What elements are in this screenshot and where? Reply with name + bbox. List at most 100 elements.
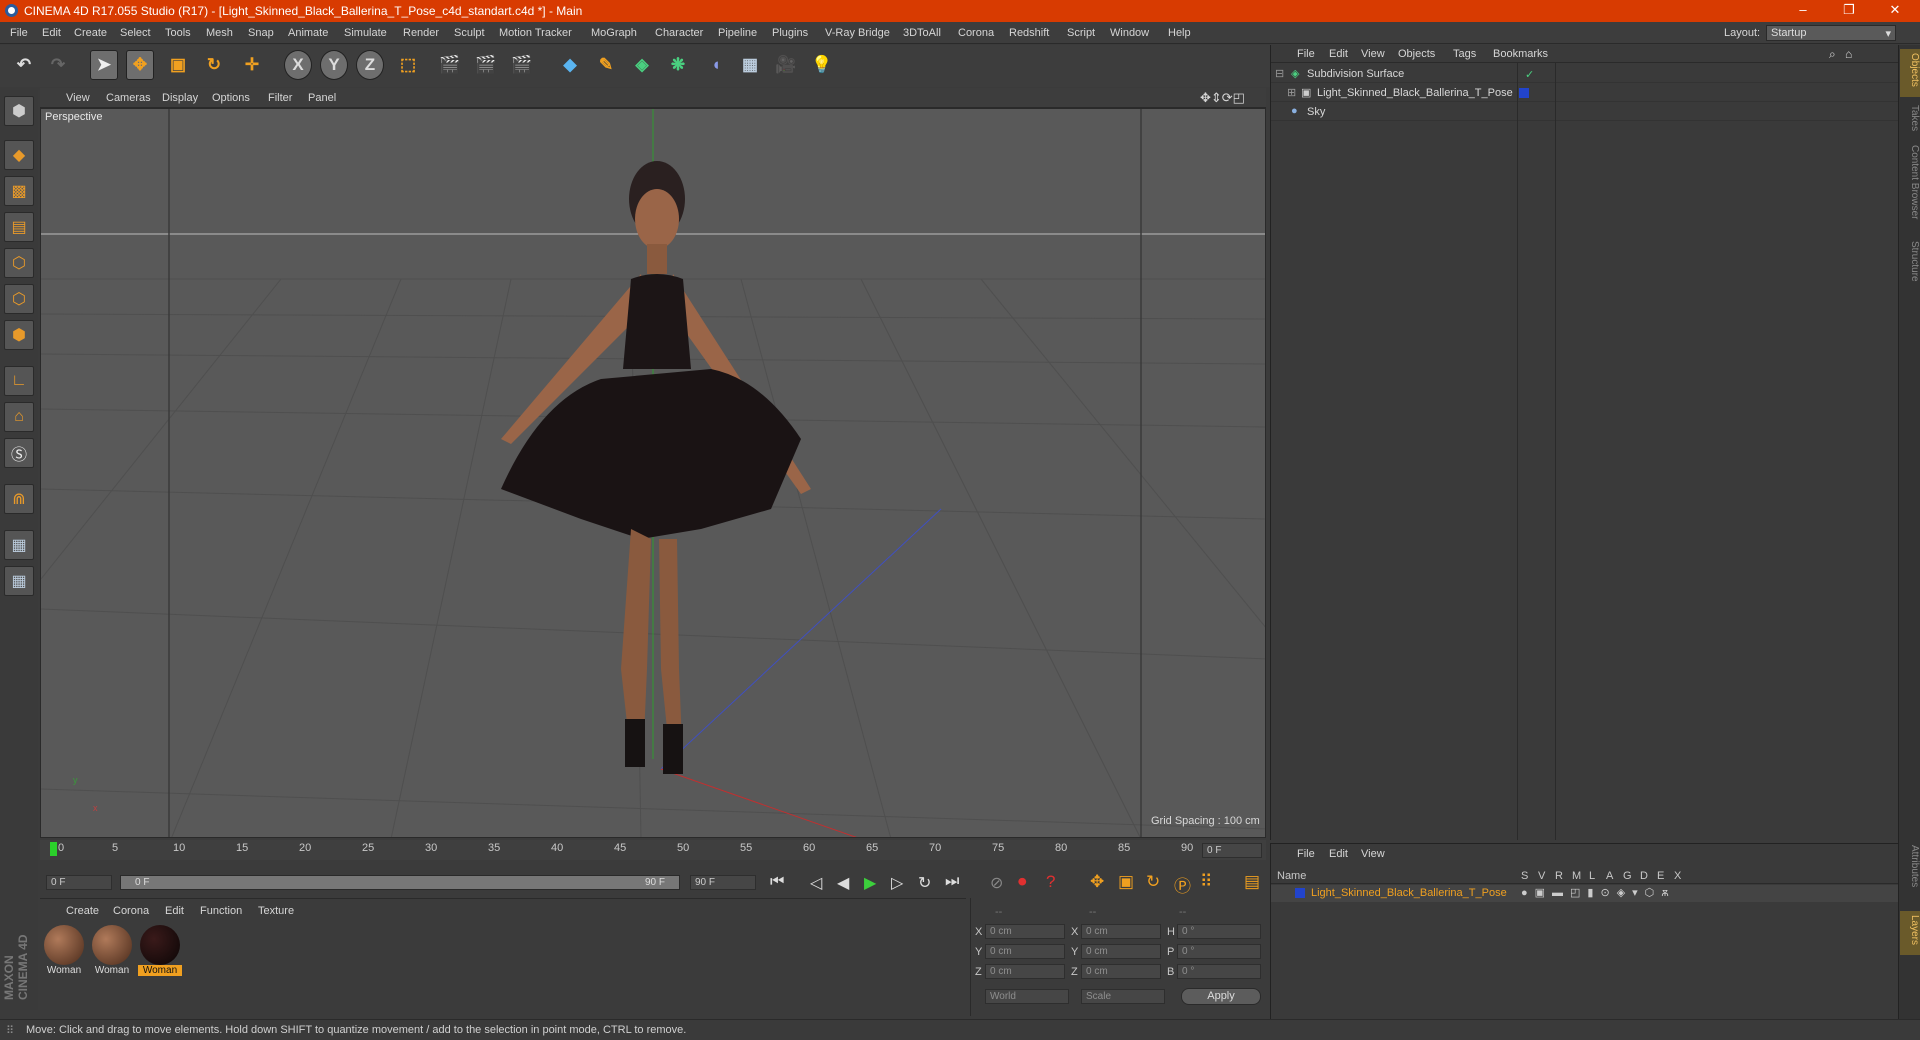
obj-menu-view[interactable]: View	[1361, 48, 1385, 60]
menu-help[interactable]: Help	[1168, 27, 1191, 39]
transform-tool-button[interactable]: ✛	[238, 50, 266, 80]
cloner-button[interactable]: ❋	[664, 50, 692, 80]
obj-menu-objects[interactable]: Objects	[1398, 48, 1435, 60]
tab-takes[interactable]: Takes	[1900, 105, 1920, 145]
menu-character[interactable]: Character	[655, 27, 703, 39]
menu-plugins[interactable]: Plugins	[772, 27, 808, 39]
menu-tools[interactable]: Tools	[165, 27, 191, 39]
apply-button[interactable]: Apply	[1181, 988, 1261, 1005]
layer-menu-file[interactable]: File	[1297, 848, 1315, 860]
menu-render[interactable]: Render	[403, 27, 439, 39]
rotation-p-field[interactable]: 0 °	[1177, 944, 1261, 959]
menu-snap[interactable]: Snap	[248, 27, 274, 39]
tweak-mode-button[interactable]: ⌂	[4, 402, 34, 432]
layer-menu-view[interactable]: View	[1361, 848, 1385, 860]
scale-tool-button[interactable]: ▣	[164, 50, 192, 80]
menu-mesh[interactable]: Mesh	[206, 27, 233, 39]
close-button[interactable]: ✕	[1880, 2, 1910, 20]
vp-menu-view[interactable]: View	[66, 92, 90, 104]
play-button[interactable]: ▶	[864, 873, 876, 893]
mat-menu-create[interactable]: Create	[66, 905, 99, 917]
expand-icon[interactable]: ⊞	[1287, 86, 1296, 99]
menu-redshift[interactable]: Redshift	[1009, 27, 1049, 39]
next-frame-button[interactable]: ▷	[891, 873, 903, 893]
menu-animate[interactable]: Animate	[288, 27, 328, 39]
menu-mograph[interactable]: MoGraph	[591, 27, 637, 39]
material-swatch[interactable]: Woman	[90, 925, 134, 985]
polygons-mode-button[interactable]: ⬢	[4, 320, 34, 350]
key-scale-button[interactable]: ▣	[1118, 872, 1134, 892]
start-frame-field[interactable]: 0 F	[46, 875, 112, 890]
object-row[interactable]: ⊟ ◈ Subdivision Surface ✓	[1271, 65, 1899, 83]
model-mode-button[interactable]: ◆	[4, 140, 34, 170]
frame-range-slider[interactable]: 0 F 90 F	[120, 875, 680, 890]
menu-edit[interactable]: Edit	[42, 27, 61, 39]
rotation-h-field[interactable]: 0 °	[1177, 924, 1261, 939]
home-icon[interactable]: ⌂	[1845, 47, 1852, 61]
render-settings-button[interactable]: 🎬	[508, 50, 536, 80]
tab-layers[interactable]: Layers	[1900, 911, 1920, 955]
obj-menu-edit[interactable]: Edit	[1329, 48, 1348, 60]
go-to-start-button[interactable]: ⏮	[770, 873, 784, 891]
timeline-ruler[interactable]: 0 5 10 15 20 25 30 35 40 45 50 55 60 65 …	[40, 840, 1266, 860]
tab-attributes[interactable]: Attributes	[1900, 845, 1920, 905]
undo-button[interactable]: ↶	[10, 50, 38, 80]
camera-button[interactable]: 🎥	[772, 50, 800, 80]
key-parameter-button[interactable]: Ⓟ	[1174, 872, 1191, 897]
tab-content-browser[interactable]: Content Browser	[1900, 145, 1920, 235]
light-button[interactable]: 💡	[808, 50, 836, 80]
vp-menu-panel[interactable]: Panel	[308, 92, 336, 104]
search-icon[interactable]: ⌕	[1829, 47, 1836, 62]
mat-menu-texture[interactable]: Texture	[258, 905, 294, 917]
texture-mode-button[interactable]: ▩	[4, 176, 34, 206]
move-tool-button[interactable]: ✥	[126, 50, 154, 80]
menu-vray-bridge[interactable]: V-Ray Bridge	[825, 27, 890, 39]
live-selection-button[interactable]: ➤	[90, 50, 118, 80]
object-row[interactable]: ⊞ ▣ Light_Skinned_Black_Ballerina_T_Pose	[1271, 84, 1899, 102]
minimize-button[interactable]: –	[1788, 2, 1818, 20]
position-y-field[interactable]: 0 cm	[985, 944, 1065, 959]
mat-menu-function[interactable]: Function	[200, 905, 242, 917]
object-row[interactable]: ● Sky	[1271, 103, 1899, 121]
subdivision-surface-button[interactable]: ◈	[628, 50, 656, 80]
prev-key-button[interactable]: ◁	[810, 873, 822, 893]
edges-mode-button[interactable]: ⬡	[4, 284, 34, 314]
layer-row[interactable]: Light_Skinned_Black_Ballerina_T_Pose ●▣▬…	[1271, 885, 1899, 902]
layout-dropdown[interactable]: Startup ▾	[1766, 25, 1896, 41]
menu-select[interactable]: Select	[120, 27, 151, 39]
size-z-field[interactable]: 0 cm	[1081, 964, 1161, 979]
layer-name[interactable]: Light_Skinned_Black_Ballerina_T_Pose	[1311, 887, 1507, 899]
pen-spline-button[interactable]: ✎	[592, 50, 620, 80]
vp-menu-filter[interactable]: Filter	[268, 92, 292, 104]
ballerina-model[interactable]	[501, 161, 811, 774]
coordinate-system-button[interactable]: ⬚	[394, 50, 422, 80]
size-x-field[interactable]: 0 cm	[1081, 924, 1161, 939]
menu-script[interactable]: Script	[1067, 27, 1095, 39]
menu-corona[interactable]: Corona	[958, 27, 994, 39]
magnet-button[interactable]: ⋒	[4, 484, 34, 514]
layer-color-swatch[interactable]	[1295, 888, 1305, 898]
menu-file[interactable]: File	[10, 27, 28, 39]
vp-menu-display[interactable]: Display	[162, 92, 198, 104]
render-view-button[interactable]: 🎬	[436, 50, 464, 80]
points-mode-button[interactable]: ⬡	[4, 248, 34, 278]
menu-simulate[interactable]: Simulate	[344, 27, 387, 39]
collapse-icon[interactable]: ⊟	[1275, 67, 1284, 80]
menu-motion-tracker[interactable]: Motion Tracker	[499, 27, 572, 39]
enabled-check-icon[interactable]: ✓	[1525, 68, 1534, 81]
floor-button[interactable]: ▦	[736, 50, 764, 80]
menu-pipeline[interactable]: Pipeline	[718, 27, 757, 39]
layer-toggle-icons[interactable]: ●▣▬◰▮⊙◈▾⬡ѫ	[1521, 886, 1676, 899]
timeline-menu-button[interactable]: ▤	[1244, 872, 1260, 892]
make-editable-button[interactable]: ⬢	[4, 96, 34, 126]
size-mode-dropdown[interactable]: Scale	[1081, 989, 1165, 1004]
cube-button[interactable]: ◆	[556, 50, 584, 80]
position-x-field[interactable]: 0 cm	[985, 924, 1065, 939]
prev-frame-button[interactable]: ◀	[837, 873, 849, 893]
menu-create[interactable]: Create	[74, 27, 107, 39]
end-frame-field[interactable]: 90 F	[690, 875, 756, 890]
perspective-viewport[interactable]: Perspective Grid Spacing : 100 cm y x	[40, 108, 1266, 838]
viewport-nav-icons[interactable]: ✥⇕⟳◰	[1200, 90, 1245, 106]
material-swatch-selected[interactable]: Woman	[138, 925, 182, 985]
y-axis-button[interactable]: Y	[320, 50, 348, 80]
